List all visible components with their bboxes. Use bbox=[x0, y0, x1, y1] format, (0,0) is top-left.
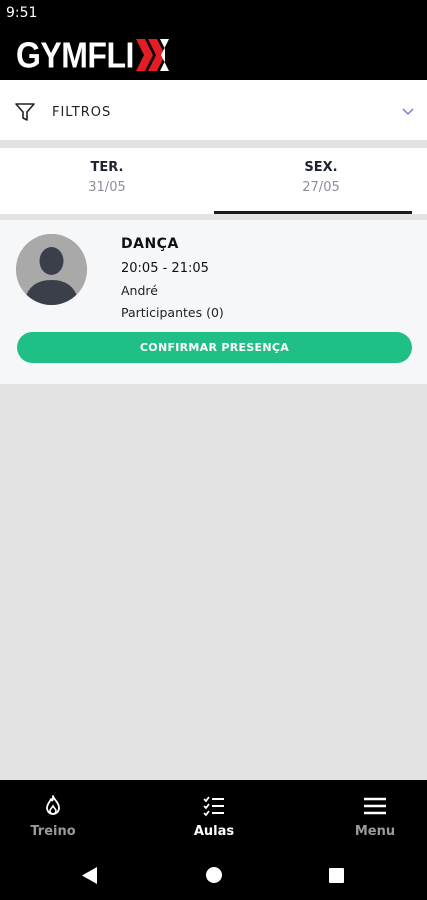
classes-screen: FILTROS TER. 31/05 SEX. 27/05 DANÇA 20:0… bbox=[0, 80, 427, 780]
tab-sex[interactable]: SEX. 27/05 bbox=[214, 148, 427, 214]
filters-bar[interactable]: FILTROS bbox=[0, 80, 427, 140]
nav-item-treino[interactable]: Treino bbox=[0, 780, 123, 850]
class-card: DANÇA 20:05 - 21:05 André Participantes … bbox=[0, 220, 427, 384]
logo-x-mark-icon bbox=[135, 39, 169, 71]
filters-label: FILTROS bbox=[52, 105, 112, 120]
class-time: 20:05 - 21:05 bbox=[121, 261, 209, 276]
flame-icon bbox=[46, 795, 60, 815]
nav-item-aulas[interactable]: Aulas bbox=[144, 780, 284, 850]
tab-date-label: 31/05 bbox=[88, 180, 126, 195]
tab-day-label: TER. bbox=[90, 160, 124, 175]
nav-label-treino: Treino bbox=[30, 824, 76, 839]
class-title: DANÇA bbox=[121, 236, 179, 252]
checklist-icon bbox=[203, 796, 224, 817]
back-icon[interactable] bbox=[82, 867, 98, 884]
system-navigation-bar bbox=[0, 850, 427, 900]
tab-ter[interactable]: TER. 31/05 bbox=[0, 148, 214, 214]
tab-day-label: SEX. bbox=[304, 160, 338, 175]
bottom-navigation: Treino Aulas Menu bbox=[0, 780, 427, 850]
chevron-down-icon[interactable] bbox=[401, 106, 415, 116]
filter-icon bbox=[15, 103, 35, 121]
logo-text: GYMFLI bbox=[16, 34, 134, 76]
app-header: GYMFLI bbox=[0, 28, 427, 80]
avatar bbox=[16, 234, 87, 305]
class-instructor: André bbox=[121, 283, 158, 298]
person-silhouette-icon bbox=[16, 234, 87, 305]
class-participants[interactable]: Participantes (0) bbox=[121, 305, 224, 320]
confirm-attendance-button[interactable]: CONFIRMAR PRESENÇA bbox=[17, 332, 412, 363]
recents-icon[interactable] bbox=[329, 868, 344, 883]
status-bar: 9:51 bbox=[0, 0, 427, 28]
nav-label-menu: Menu bbox=[354, 824, 396, 839]
hamburger-menu-icon bbox=[364, 797, 386, 815]
home-icon[interactable] bbox=[206, 867, 222, 883]
nav-label-aulas: Aulas bbox=[193, 824, 235, 839]
tab-date-label: 27/05 bbox=[302, 180, 340, 195]
status-time: 9:51 bbox=[6, 5, 38, 21]
nav-item-menu[interactable]: Menu bbox=[305, 780, 427, 850]
gymflix-logo: GYMFLI bbox=[16, 35, 172, 75]
selected-tab-indicator bbox=[214, 211, 412, 214]
day-tabs: TER. 31/05 SEX. 27/05 bbox=[0, 148, 427, 214]
